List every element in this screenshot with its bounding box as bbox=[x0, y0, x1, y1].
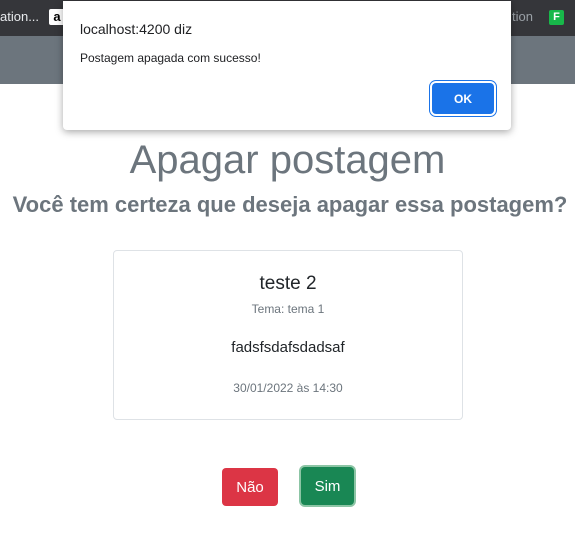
post-card: teste 2 Tema: tema 1 fadsfsdafsdadsaf 30… bbox=[113, 250, 463, 420]
alert-dialog: localhost:4200 diz Postagem apagada com … bbox=[63, 1, 511, 130]
ok-button[interactable]: OK bbox=[432, 83, 494, 114]
dialog-message: Postagem apagada com sucesso! bbox=[80, 51, 261, 65]
bookmark-favicon-icon[interactable]: F bbox=[549, 10, 564, 25]
bookmark-item-right[interactable]: tion bbox=[512, 9, 533, 24]
bookmark-item-left[interactable]: ation... bbox=[0, 9, 39, 24]
yes-button[interactable]: Sim bbox=[301, 467, 354, 505]
post-date: 30/01/2022 às 14:30 bbox=[233, 381, 343, 395]
post-title: teste 2 bbox=[259, 273, 317, 294]
page-title: Apagar postagem bbox=[129, 138, 446, 182]
page-subtitle: Você tem certeza que deseja apagar essa … bbox=[12, 192, 568, 217]
dialog-origin: localhost:4200 diz bbox=[80, 21, 193, 37]
no-button[interactable]: Não bbox=[222, 468, 278, 506]
post-text: fadsfsdafsdadsaf bbox=[231, 339, 345, 356]
post-theme: Tema: tema 1 bbox=[251, 302, 325, 316]
